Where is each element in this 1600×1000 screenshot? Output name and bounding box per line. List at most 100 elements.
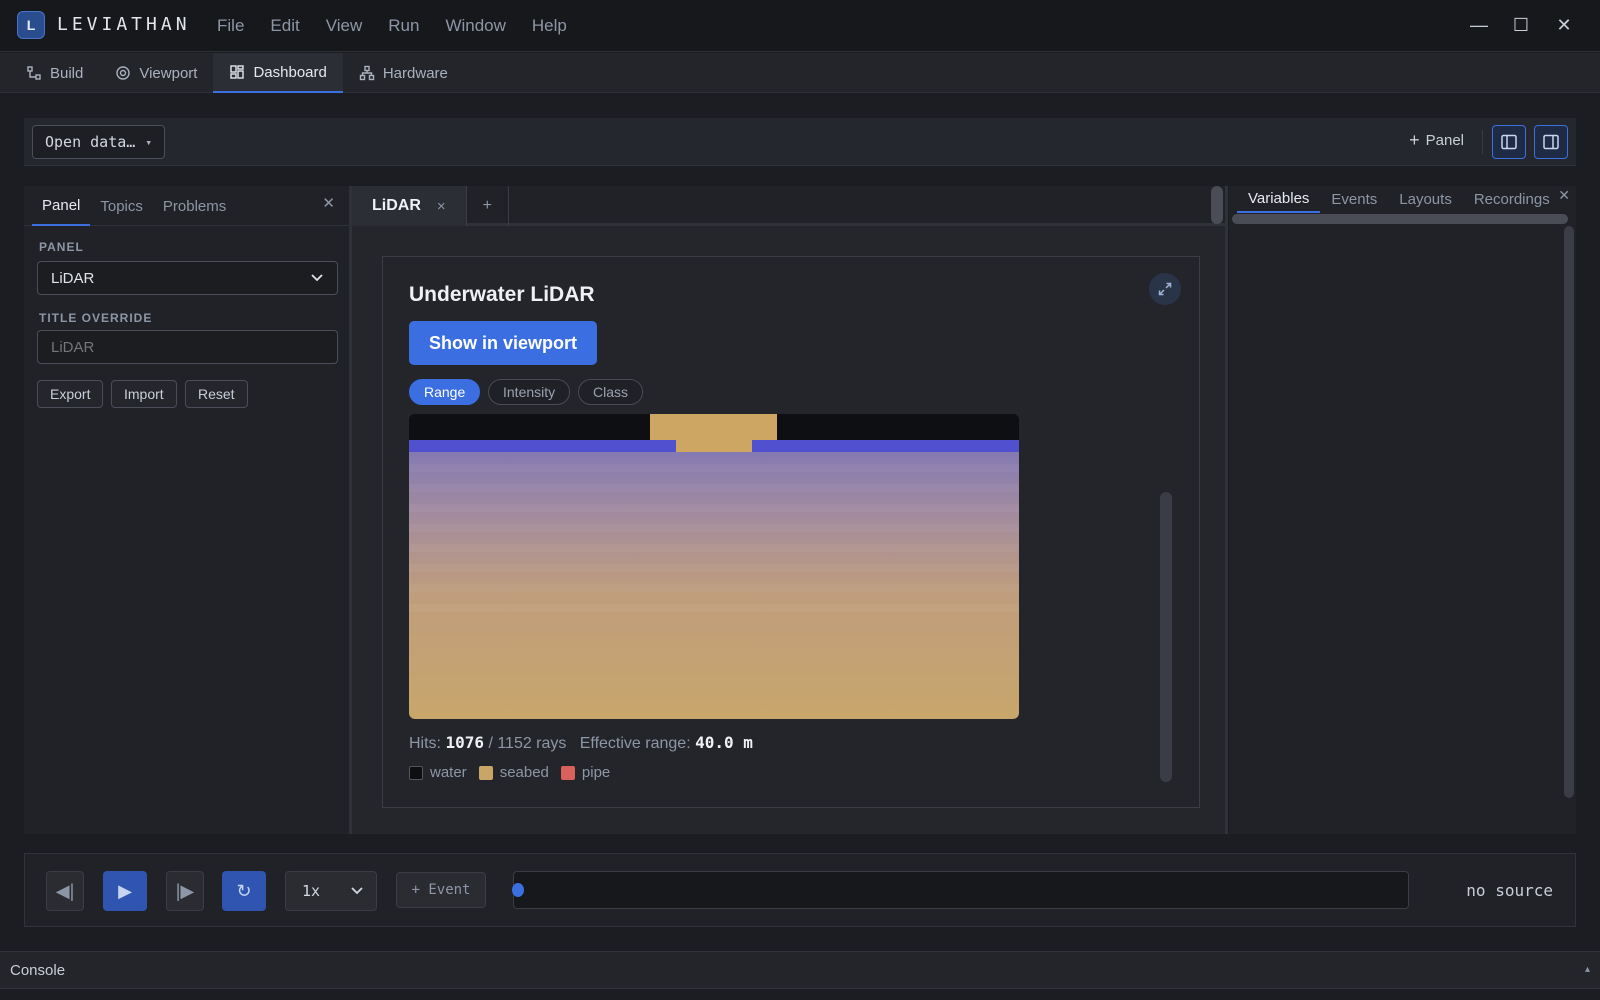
range-label: Effective range: (579, 735, 691, 752)
right-sidebar-icon (1543, 134, 1559, 150)
tab-hardware[interactable]: Hardware (343, 53, 464, 93)
close-window-icon[interactable]: ✕ (1552, 13, 1576, 37)
chevron-down-icon (351, 887, 363, 895)
rays-value: / 1152 rays (488, 735, 567, 752)
tab-panel[interactable]: Panel (32, 186, 91, 226)
menu-view[interactable]: View (313, 16, 376, 36)
expand-button[interactable] (1149, 273, 1181, 305)
center-panel: LiDAR × + Underwater LiDAR Show in viewp… (352, 186, 1228, 834)
card-scrollbar[interactable] (1160, 492, 1172, 782)
mode-class-pill[interactable]: Class (578, 379, 644, 405)
step-forward-button[interactable]: |▶ (166, 871, 204, 911)
app-logo: L (17, 11, 45, 39)
menu-help[interactable]: Help (519, 16, 580, 36)
close-tab-icon[interactable]: × (437, 198, 446, 215)
legend-label: pipe (581, 764, 611, 781)
chevron-down-icon (311, 274, 323, 282)
right-panel: Variables Events Layouts Recordings ✕ (1229, 186, 1576, 834)
legend: water seabed pipe (409, 764, 610, 781)
tab-recordings[interactable]: Recordings (1463, 186, 1561, 213)
console-toggle-icon[interactable]: ▴ (1585, 964, 1590, 975)
legend-label: water (430, 764, 467, 781)
lidar-stats: Hits: 1076 / 1152 rays Effective range: … (409, 733, 753, 753)
toggle-left-sidebar-button[interactable] (1492, 125, 1526, 159)
tab-problems[interactable]: Problems (153, 186, 236, 226)
hardware-icon (359, 65, 375, 81)
add-tab-button[interactable]: + (467, 186, 509, 226)
vertical-scrollbar[interactable] (1564, 226, 1574, 798)
minimize-icon[interactable]: — (1467, 13, 1491, 37)
left-panel: Panel Topics Problems ✕ PANEL LiDAR TITL… (24, 186, 352, 834)
import-button[interactable]: Import (111, 380, 177, 408)
menu-window[interactable]: Window (432, 16, 518, 36)
lidar-scan-graphic (409, 414, 1019, 719)
center-tabs: LiDAR × + (352, 186, 1225, 226)
lidar-card: Underwater LiDAR Show in viewport Range … (382, 256, 1200, 808)
speed-value: 1x (302, 882, 321, 900)
tab-layouts[interactable]: Layouts (1388, 186, 1463, 213)
dashboard-icon (230, 65, 245, 79)
timeline-scrubber[interactable] (512, 871, 1409, 909)
viewport-icon (116, 66, 131, 80)
panel-select[interactable]: LiDAR (37, 261, 338, 295)
add-panel-button[interactable]: + Panel (1409, 130, 1464, 151)
legend-label: seabed (499, 764, 549, 781)
title-override-label: TITLE OVERRIDE (39, 311, 153, 325)
main-tabs: Build Viewport Dashboard Hardware (0, 53, 1600, 93)
left-sidebar-icon (1501, 134, 1517, 150)
timeline-knob[interactable] (512, 883, 524, 897)
show-in-viewport-button[interactable]: Show in viewport (409, 321, 598, 365)
app-name: LEVIATHAN (57, 14, 191, 35)
tab-viewport-label: Viewport (139, 64, 198, 82)
export-button[interactable]: Export (37, 380, 104, 408)
plus-icon: + (1409, 130, 1420, 150)
menu-run[interactable]: Run (375, 16, 432, 36)
console-bar[interactable]: Console ▴ (0, 951, 1600, 989)
tab-variables[interactable]: Variables (1237, 186, 1321, 213)
close-right-panel-icon[interactable]: ✕ (1558, 187, 1570, 204)
left-panel-tabs: Panel Topics Problems (24, 186, 349, 226)
maximize-icon[interactable]: ☐ (1509, 13, 1533, 37)
open-data-button[interactable]: Open data… ▾ (32, 125, 165, 159)
legend-swatch (409, 765, 423, 780)
close-panel-icon[interactable]: ✕ (322, 194, 335, 212)
tab-dashboard[interactable]: Dashboard (213, 53, 343, 93)
chevron-down-icon: ▾ (145, 135, 152, 149)
tab-topics[interactable]: Topics (90, 186, 153, 226)
tab-viewport[interactable]: Viewport (99, 53, 213, 93)
tab-dashboard-label: Dashboard (253, 63, 327, 81)
title-bar: L LEVIATHAN File Edit View Run Window He… (0, 0, 1600, 52)
mode-range-pill[interactable]: Range (409, 379, 481, 405)
mode-intensity-pill[interactable]: Intensity (488, 379, 571, 405)
add-event-button[interactable]: + Event (396, 872, 486, 908)
loop-button[interactable]: ↻ (222, 871, 266, 911)
panel-select-value: LiDAR (51, 269, 95, 287)
legend-item-pipe: pipe (560, 764, 611, 781)
toggle-right-sidebar-button[interactable] (1534, 125, 1568, 159)
hits-value: 1076 (445, 733, 484, 752)
step-back-button[interactable]: ◀| (46, 871, 84, 911)
hits-label: Hits: (409, 735, 441, 752)
build-icon (27, 66, 41, 80)
tab-build[interactable]: Build (10, 53, 99, 93)
tab-lidar[interactable]: LiDAR × (352, 186, 467, 226)
console-label: Console (10, 962, 66, 979)
menu-file[interactable]: File (204, 16, 257, 36)
legend-swatch (478, 765, 493, 780)
toolbar-divider (1482, 130, 1483, 154)
add-panel-label: Panel (1425, 132, 1464, 149)
tab-hardware-label: Hardware (382, 64, 448, 82)
legend-item-seabed: seabed (478, 764, 549, 781)
title-override-input[interactable] (37, 330, 338, 364)
speed-select[interactable]: 1x (285, 871, 377, 911)
toolbar: Open data… ▾ + Panel (24, 118, 1576, 166)
reset-button[interactable]: Reset (185, 380, 248, 408)
panel-section-label: PANEL (39, 240, 84, 254)
tab-events[interactable]: Events (1320, 186, 1388, 213)
tab-build-label: Build (50, 64, 84, 82)
tabs-scrollbar[interactable] (1211, 186, 1223, 224)
playback-bar: ◀| ▶ |▶ ↻ 1x + Event no source (24, 853, 1576, 927)
horizontal-scrollbar[interactable] (1232, 214, 1568, 224)
menu-edit[interactable]: Edit (257, 16, 312, 36)
play-button[interactable]: ▶ (103, 871, 147, 911)
